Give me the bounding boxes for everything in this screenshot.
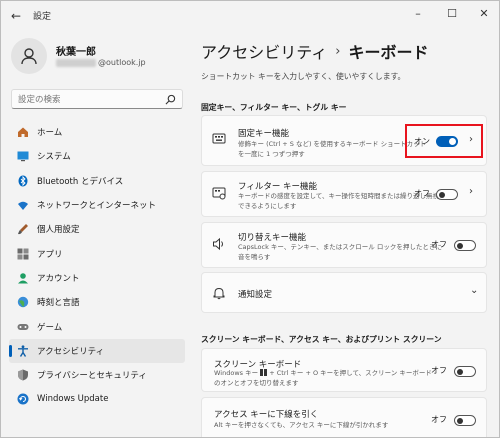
toggle-keys-description: CapsLock キー、テンキー、またはスクロール ロックを押したときに音を鳴ら… — [238, 243, 442, 261]
globe-clock-icon — [17, 296, 29, 308]
sidebar-item-label: Bluetooth とデバイス — [37, 176, 124, 187]
sidebar-item-gaming[interactable]: ゲーム — [9, 314, 185, 338]
toggle-keys-toggle[interactable] — [454, 240, 476, 251]
title-bar: ← 設定 – ☐ ✕ — [1, 1, 499, 31]
sidebar-item-label: プライバシーとセキュリティ — [37, 371, 147, 382]
sidebar-item-personalization[interactable]: 個人用設定 — [9, 217, 185, 241]
toggle-knob — [457, 418, 463, 424]
on-screen-keyboard-card: スクリーン キーボード Windows キー + Ctrl キー + O キーを… — [201, 348, 487, 392]
filter-keys-description: キーボードの感度を設定して、キー操作を短時間または繰り返し無視できるようにします — [238, 192, 439, 210]
toggle-knob — [439, 192, 445, 198]
user-email-suffix: @outlook.jp — [98, 58, 146, 67]
sidebar-item-label: ゲーム — [37, 322, 63, 333]
sidebar-item-label: アクセシビリティ — [37, 346, 105, 357]
bluetooth-icon — [17, 175, 29, 187]
keyboard-filter-icon — [212, 187, 226, 200]
chevron-down-icon[interactable]: ⌄ — [470, 285, 478, 296]
account-icon — [17, 272, 29, 284]
breadcrumb-parent[interactable]: アクセシビリティ — [201, 39, 327, 63]
keyboard-icon — [212, 133, 226, 144]
section-header-on-screen-keyboard: スクリーン キーボード、アクセス キー、およびプリント スクリーン — [201, 335, 442, 344]
back-arrow-icon[interactable]: ← — [9, 9, 23, 23]
sidebar-item-label: 時刻と言語 — [37, 298, 80, 309]
page-description: ショートカット キーを入力しやすく、使いやすくします。 — [201, 72, 406, 81]
access-keys-description: Alt キーを押さなくても、アクセス キーに下線が引かれます — [214, 421, 389, 429]
sidebar-item-accessibility[interactable]: アクセシビリティ — [9, 338, 185, 363]
toggle-keys-state: オフ — [431, 240, 447, 249]
sidebar-item-apps[interactable]: アプリ — [9, 241, 185, 265]
search-box[interactable] — [11, 89, 183, 109]
game-icon — [17, 321, 29, 333]
sidebar-item-label: 個人用設定 — [37, 225, 80, 236]
user-email: @outlook.jp — [56, 58, 146, 67]
app-title: 設定 — [33, 12, 52, 22]
search-icon — [165, 94, 176, 105]
sidebar-item-privacy[interactable]: プライバシーとセキュリティ — [9, 363, 185, 387]
settings-window: ← 設定 – ☐ ✕ 秋葉一郎 @outlook.jp ホーム システム Blu… — [0, 0, 500, 438]
section-header-toggle-keys: 固定キー、フィルター キー、トグル キー — [201, 103, 347, 112]
avatar[interactable] — [11, 38, 47, 74]
sidebar-item-accounts[interactable]: アカウント — [9, 266, 185, 290]
access-keys-toggle[interactable] — [454, 415, 476, 426]
apps-icon — [17, 248, 29, 260]
sidebar-item-network[interactable]: ネットワークとインターネット — [9, 193, 185, 217]
filter-keys-title: フィルター キー機能 — [238, 182, 318, 192]
access-keys-title: アクセス キーに下線を引く — [214, 410, 319, 420]
sidebar-item-label: アプリ — [37, 249, 63, 260]
sidebar-item-home[interactable]: ホーム — [9, 120, 185, 144]
chevron-right-icon[interactable]: › — [469, 186, 473, 197]
search-input[interactable] — [18, 93, 158, 106]
notification-settings-title: 通知設定 — [238, 290, 273, 300]
close-button[interactable]: ✕ — [473, 5, 495, 23]
sidebar-item-label: Windows Update — [37, 394, 109, 405]
bell-icon — [213, 287, 225, 300]
brush-icon — [17, 223, 29, 235]
home-icon — [17, 126, 29, 138]
speaker-icon — [213, 237, 223, 251]
filter-keys-card[interactable]: フィルター キー機能 キーボードの感度を設定して、キー操作を短時間または繰り返し… — [201, 171, 487, 217]
sidebar-nav: ホーム システム Bluetooth とデバイス ネットワークとインターネット … — [9, 120, 185, 412]
on-screen-keyboard-toggle[interactable] — [454, 366, 476, 377]
on-screen-keyboard-description: Windows キー + Ctrl キー + O キーを押して、スクリーン キー… — [214, 369, 432, 388]
user-name: 秋葉一郎 — [56, 47, 96, 58]
sidebar-item-label: アカウント — [37, 273, 80, 284]
sticky-keys-title: 固定キー機能 — [238, 129, 290, 139]
on-screen-keyboard-state: オフ — [431, 366, 447, 375]
access-keys-state: オフ — [431, 415, 447, 424]
page-title: キーボード — [348, 43, 429, 62]
access-keys-card: アクセス キーに下線を引く Alt キーを押さなくても、アクセス キーに下線が引… — [201, 397, 487, 437]
toggle-knob — [457, 243, 463, 249]
email-redaction — [56, 58, 96, 67]
sidebar-item-system[interactable]: システム — [9, 144, 185, 168]
sticky-keys-description: 修飾キー (Ctrl + S など) を使用するキーボード ショートカットを一度… — [238, 140, 427, 158]
breadcrumb-separator: › — [335, 43, 341, 59]
maximize-button[interactable]: ☐ — [441, 5, 463, 23]
highlight-box — [405, 124, 483, 158]
sidebar-item-label: システム — [37, 152, 71, 163]
osk-desc-a: Windows キー — [214, 369, 259, 377]
windows-logo-icon — [260, 369, 268, 376]
toggle-keys-card: 切り替えキー機能 CapsLock キー、テンキー、またはスクロール ロックを押… — [201, 222, 487, 268]
sidebar-item-bluetooth[interactable]: Bluetooth とデバイス — [9, 169, 185, 193]
notification-settings-card[interactable]: 通知設定 ⌄ — [201, 272, 487, 313]
wifi-icon — [17, 199, 29, 211]
filter-keys-state: オフ — [414, 189, 430, 198]
sidebar-item-label: ネットワークとインターネット — [37, 201, 157, 212]
breadcrumb: アクセシビリティ › キーボード — [201, 39, 428, 63]
toggle-knob — [457, 369, 463, 375]
minimize-button[interactable]: – — [407, 5, 429, 23]
toggle-keys-title: 切り替えキー機能 — [238, 233, 307, 243]
shield-icon — [17, 369, 29, 381]
accessibility-icon — [17, 345, 29, 357]
system-icon — [17, 150, 29, 162]
person-icon — [21, 48, 37, 65]
filter-keys-toggle[interactable] — [436, 189, 458, 200]
sidebar-item-label: ホーム — [37, 128, 63, 139]
sidebar-item-windows-update[interactable]: Windows Update — [9, 387, 185, 411]
update-icon — [17, 393, 29, 405]
sidebar-item-time-language[interactable]: 時刻と言語 — [9, 290, 185, 314]
